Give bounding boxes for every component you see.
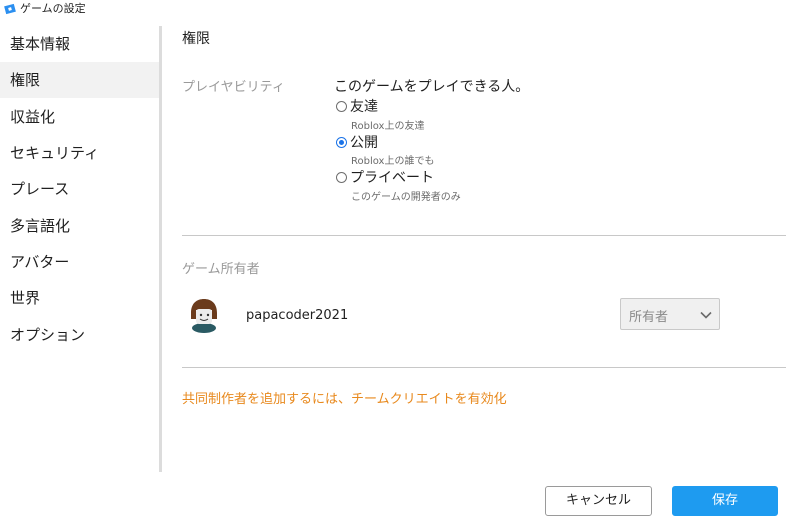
sidebar-item-world[interactable]: 世界: [0, 280, 159, 316]
sidebar-item-basic-info[interactable]: 基本情報: [0, 26, 159, 62]
owner-role-select[interactable]: 所有者: [620, 298, 720, 330]
radio-public-description: Roblox上の誰でも: [351, 156, 435, 167]
radio-public[interactable]: 公開: [336, 133, 378, 151]
save-button[interactable]: 保存: [672, 486, 778, 516]
playability-question: このゲームをプレイできる人。: [334, 79, 530, 95]
owner-username: papacoder2021: [246, 308, 349, 323]
radio-friends-label: 友達: [350, 99, 378, 115]
window-title: ゲームの設定: [20, 2, 86, 15]
radio-private-description: このゲームの開発者のみ: [351, 192, 461, 203]
radio-friends-description: Roblox上の友達: [351, 121, 425, 132]
radio-public-label: 公開: [350, 135, 378, 151]
sidebar-item-security[interactable]: セキュリティ: [0, 135, 159, 171]
owner-role-value: 所有者: [629, 310, 669, 325]
sidebar-item-localization[interactable]: 多言語化: [0, 208, 159, 244]
sidebar-item-permissions[interactable]: 権限: [0, 62, 159, 98]
playability-label: プレイヤビリティ: [182, 80, 285, 95]
sidebar-item-places[interactable]: プレース: [0, 171, 159, 207]
radio-private[interactable]: プライベート: [336, 168, 434, 186]
radio-friends[interactable]: 友達: [336, 97, 378, 115]
sidebar-item-options[interactable]: オプション: [0, 317, 159, 353]
settings-sidebar: 基本情報 権限 収益化 セキュリティ プレース 多言語化 アバター 世界 オプシ…: [0, 26, 159, 474]
radio-button-friends[interactable]: [336, 100, 347, 112]
radio-private-label: プライベート: [350, 170, 434, 186]
roblox-studio-icon: [4, 3, 16, 15]
avatar: [191, 299, 217, 333]
radio-button-private[interactable]: [336, 171, 347, 183]
game-owner-label: ゲーム所有者: [182, 262, 260, 277]
window-titlebar: ゲームの設定: [0, 0, 800, 18]
page-title: 権限: [182, 31, 210, 47]
divider: [182, 235, 786, 236]
divider: [182, 367, 786, 368]
permissions-panel: 権限 プレイヤビリティ このゲームをプレイできる人。 友達 Roblox上の友達…: [162, 18, 800, 474]
radio-button-public[interactable]: [336, 136, 347, 148]
chevron-down-icon: [700, 311, 712, 319]
sidebar-item-monetization[interactable]: 収益化: [0, 99, 159, 135]
sidebar-item-avatar[interactable]: アバター: [0, 244, 159, 280]
cancel-button[interactable]: キャンセル: [545, 486, 652, 516]
enable-team-create-link[interactable]: 共同制作者を追加するには、チームクリエイトを有効化: [182, 388, 507, 407]
